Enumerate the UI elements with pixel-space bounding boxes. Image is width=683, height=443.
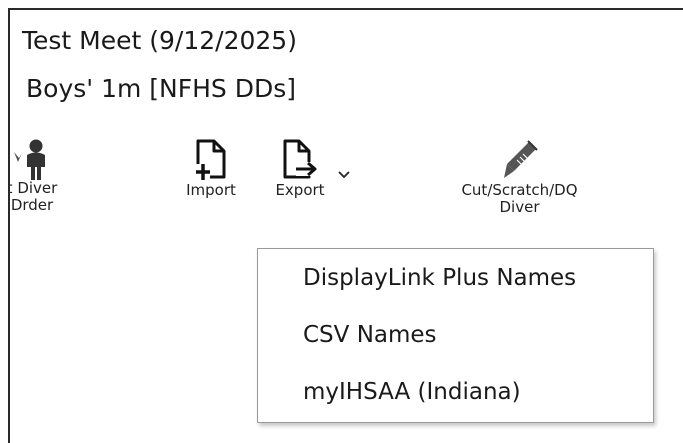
export-label: Export — [275, 181, 325, 199]
cut-scratch-dq-diver-button[interactable]: Cut/Scratch/DQ Diver — [447, 138, 592, 216]
export-dropdown-menu: DisplayLink Plus Names CSV Names myIHSAA… — [257, 248, 654, 423]
export-icon — [283, 139, 318, 179]
event-title: Boys' 1m [NFHS DDs] — [26, 74, 297, 103]
import-label: Import — [186, 181, 236, 199]
chevron-down-icon[interactable] — [337, 170, 351, 180]
menu-item-myihsaa-indiana[interactable]: myIHSAA (Indiana) — [303, 379, 521, 405]
diver-order-label-line2: Drder — [10, 196, 54, 214]
set-diver-order-button[interactable]: t Diver Drder — [8, 138, 72, 214]
app-window: Test Meet (9/12/2025) Boys' 1m [NFHS DDs… — [8, 8, 683, 443]
import-icon — [196, 139, 226, 180]
menu-item-csv-names[interactable]: CSV Names — [303, 322, 437, 348]
meet-title: Test Meet (9/12/2025) — [22, 26, 297, 55]
menu-item-displaylink-plus-names[interactable]: DisplayLink Plus Names — [303, 265, 576, 291]
cut-label-line1: Cut/Scratch/DQ — [461, 181, 578, 199]
person-icon — [14, 139, 45, 180]
cut-label-line2: Diver — [499, 198, 540, 216]
export-button[interactable]: Export — [265, 138, 335, 199]
import-button[interactable]: Import — [176, 138, 246, 199]
pen-icon — [503, 140, 538, 178]
diver-order-label-line1: t Diver — [8, 179, 58, 197]
